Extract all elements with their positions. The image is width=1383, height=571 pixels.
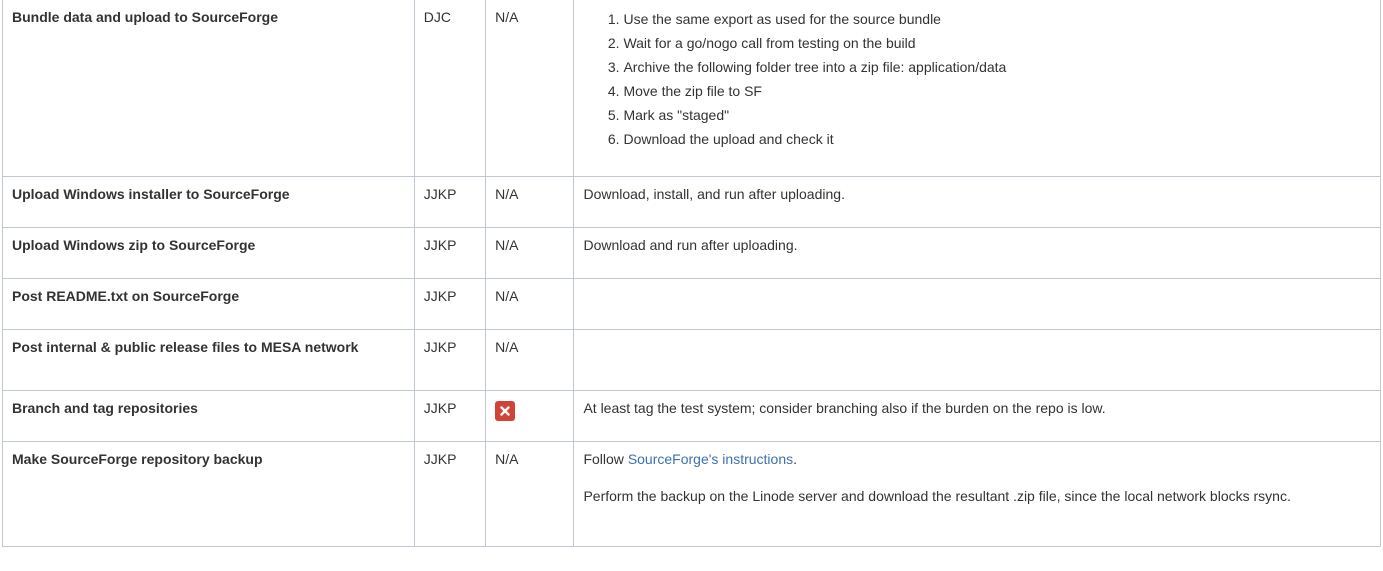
task-status <box>485 390 575 442</box>
task-name: Post README.txt on SourceForge <box>2 278 415 330</box>
task-name: Upload Windows zip to SourceForge <box>2 227 415 279</box>
task-notes <box>573 329 1381 391</box>
list-item: Download the upload and check it <box>623 127 1371 151</box>
task-name: Bundle data and upload to SourceForge <box>2 0 415 177</box>
task-name: Branch and tag repositories <box>2 390 415 442</box>
task-owner: JJKP <box>413 227 487 279</box>
task-notes: Download, install, and run after uploadi… <box>573 176 1381 228</box>
table-row: Post internal & public release files to … <box>2 329 1381 391</box>
notes-suffix: . <box>793 451 798 467</box>
sourceforge-instructions-link[interactable]: SourceForge's instructions <box>628 451 793 467</box>
notes-paragraph: Perform the backup on the Linode server … <box>583 488 1291 504</box>
task-notes: At least tag the test system; consider b… <box>573 390 1381 442</box>
list-item: Use the same export as used for the sour… <box>623 7 1371 31</box>
task-notes: Use the same export as used for the sour… <box>573 0 1381 177</box>
steps-list: Use the same export as used for the sour… <box>583 7 1371 151</box>
notes-prefix: Follow <box>583 451 628 467</box>
task-name: Make SourceForge repository backup <box>2 441 415 547</box>
list-item: Wait for a go/nogo call from testing on … <box>623 31 1371 55</box>
task-owner: DJC <box>413 0 487 177</box>
release-tasks-table: Bundle data and upload to SourceForge DJ… <box>2 0 1381 547</box>
task-status: N/A <box>485 278 575 330</box>
task-notes: Follow SourceForge's instructions. Perfo… <box>573 441 1381 547</box>
task-status: N/A <box>485 441 575 547</box>
task-notes <box>573 278 1381 330</box>
list-item: Mark as "staged" <box>623 103 1371 127</box>
task-name: Upload Windows installer to SourceForge <box>2 176 415 228</box>
task-notes: Download and run after uploading. <box>573 227 1381 279</box>
task-owner: JJKP <box>413 441 487 547</box>
list-item: Move the zip file to SF <box>623 79 1371 103</box>
task-status: N/A <box>485 329 575 391</box>
task-owner: JJKP <box>413 278 487 330</box>
table-row: Branch and tag repositories JJKP At leas… <box>2 390 1381 442</box>
task-status: N/A <box>485 176 575 228</box>
task-owner: JJKP <box>413 390 487 442</box>
task-name: Post internal & public release files to … <box>2 329 415 391</box>
table-row: Upload Windows zip to SourceForge JJKP N… <box>2 227 1381 279</box>
notes-paragraph: Follow SourceForge's instructions. <box>583 449 1371 469</box>
table-row: Make SourceForge repository backup JJKP … <box>2 441 1381 547</box>
table-row: Post README.txt on SourceForge JJKP N/A <box>2 278 1381 330</box>
task-owner: JJKP <box>413 176 487 228</box>
task-status: N/A <box>485 227 575 279</box>
table-row: Bundle data and upload to SourceForge DJ… <box>2 0 1381 177</box>
error-x-icon <box>495 401 516 421</box>
list-item: Archive the following folder tree into a… <box>623 55 1371 79</box>
task-owner: JJKP <box>413 329 487 391</box>
table-row: Upload Windows installer to SourceForge … <box>2 176 1381 228</box>
task-status: N/A <box>485 0 575 177</box>
